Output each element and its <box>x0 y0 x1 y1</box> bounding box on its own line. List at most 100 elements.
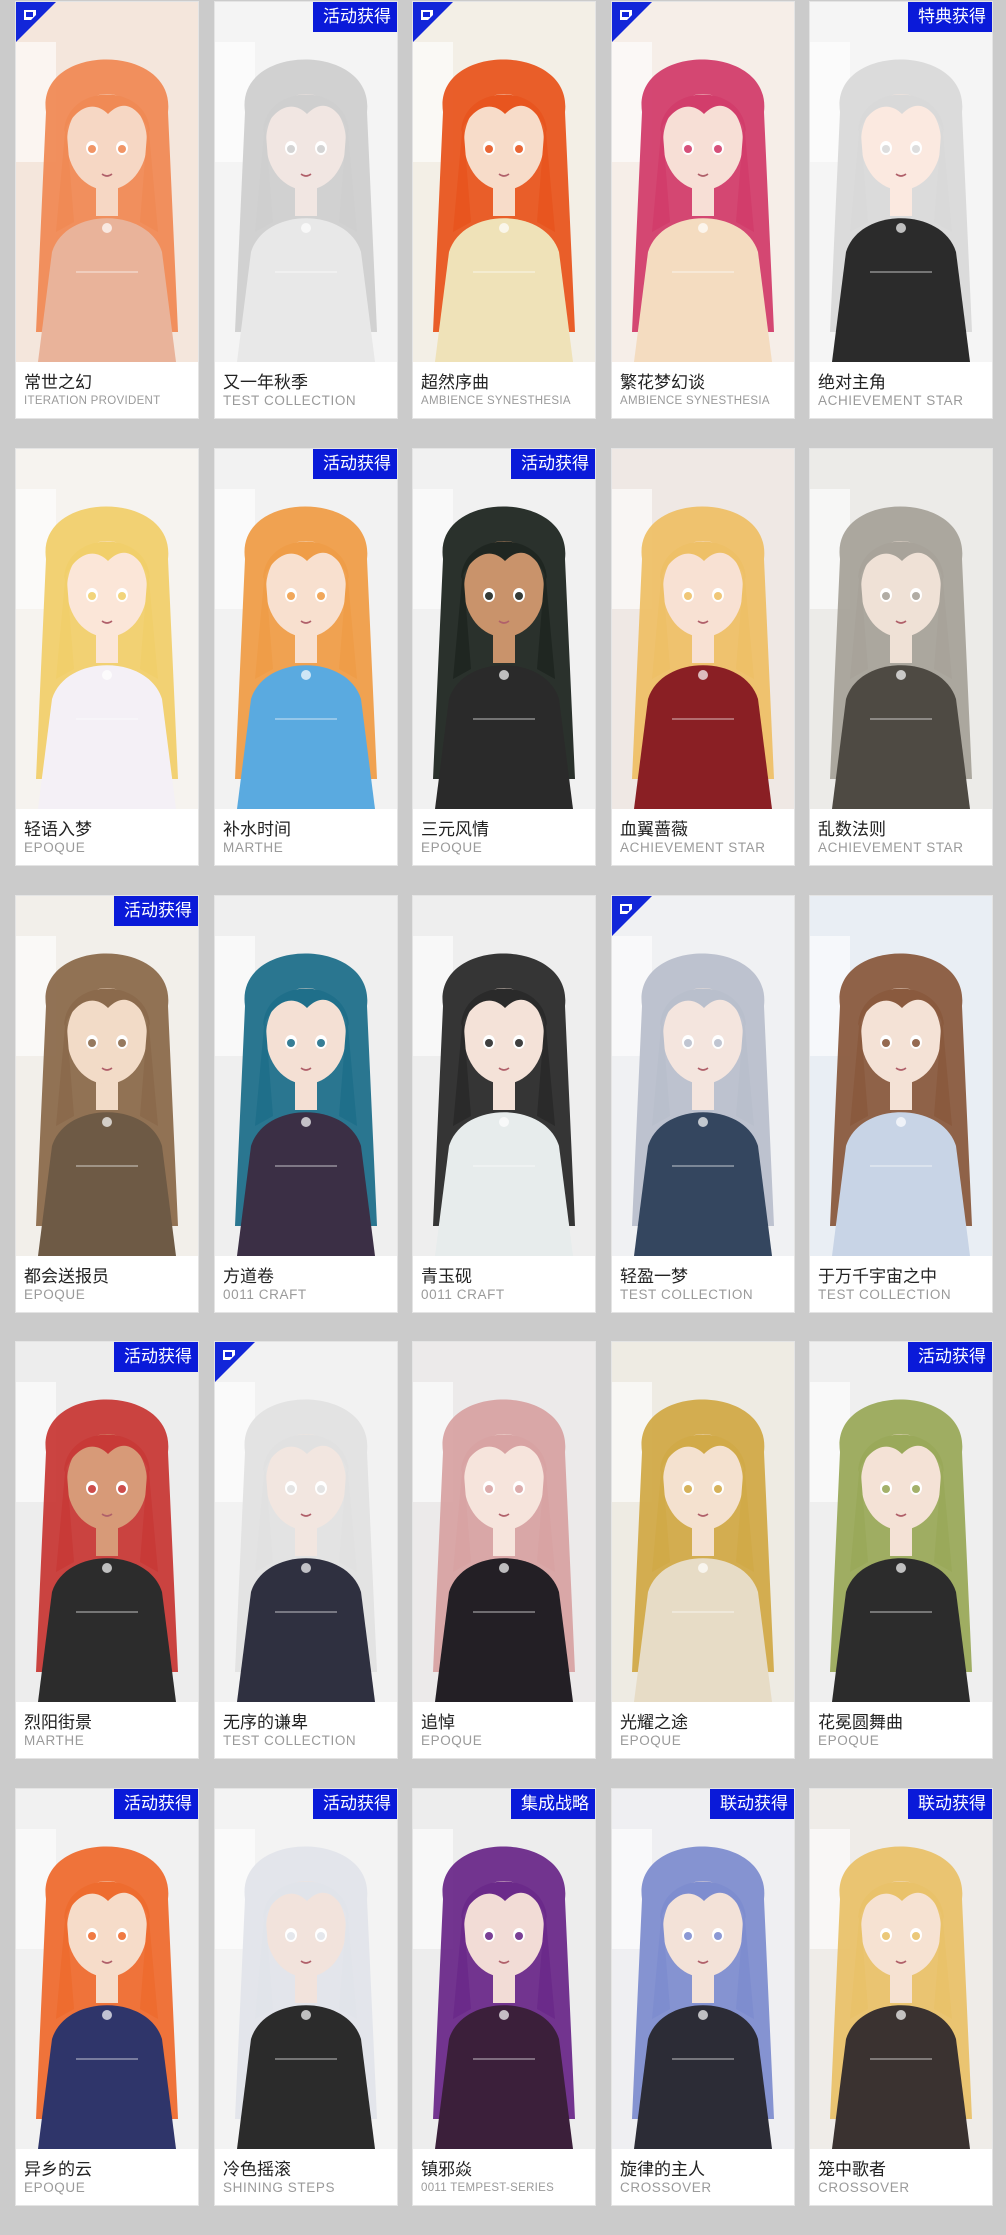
skin-brand: TEST COLLECTION <box>223 393 357 408</box>
skin-art <box>215 1789 397 2149</box>
skin-art <box>215 2 397 362</box>
skin-art <box>413 1789 595 2149</box>
skin-illustration <box>413 1789 595 2149</box>
skin-name: 绝对主角 <box>818 373 886 393</box>
skin-card[interactable]: 特典获得 绝对主角 ACHIEVEMENT STAR <box>810 2 992 418</box>
skin-caption: 冷色摇滚 SHINING STEPS <box>215 2149 397 2205</box>
skin-card[interactable]: 超然序曲 AMBIENCE SYNESTHESIA <box>413 2 595 418</box>
skin-art <box>16 1789 198 2149</box>
skin-gallery-grid: 常世之幻 ITERATION PROVIDENT 活动获得 又一年秋季 TEST COL… <box>0 0 1006 2235</box>
skin-caption: 花冕圆舞曲 EPOQUE <box>810 1702 992 1758</box>
skin-card[interactable]: 轻语入梦 EPOQUE <box>16 449 198 865</box>
acquisition-badge: 活动获得 <box>114 1342 198 1372</box>
skin-illustration <box>612 896 794 1256</box>
skin-caption: 繁花梦幻谈 AMBIENCE SYNESTHESIA <box>612 362 794 418</box>
skin-caption: 超然序曲 AMBIENCE SYNESTHESIA <box>413 362 595 418</box>
skin-name: 方道卷 <box>223 1267 274 1287</box>
acquisition-badge: 特典获得 <box>908 2 992 32</box>
skin-art <box>612 1789 794 2149</box>
skin-card[interactable]: 于万千宇宙之中 TEST COLLECTION <box>810 896 992 1312</box>
skin-illustration <box>215 449 397 809</box>
skin-card[interactable]: 常世之幻 ITERATION PROVIDENT <box>16 2 198 418</box>
skin-brand: TEST COLLECTION <box>620 1287 754 1302</box>
skin-art <box>612 2 794 362</box>
skin-card[interactable]: 活动获得 花冕圆舞曲 EPOQUE <box>810 1342 992 1758</box>
skin-brand: 0011 TEMPEST-SERIES <box>421 2182 555 2194</box>
acquisition-badge: 联动获得 <box>908 1789 992 1819</box>
skin-illustration <box>16 449 198 809</box>
skin-art <box>612 896 794 1256</box>
skin-brand: 0011 CRAFT <box>421 1287 505 1302</box>
skin-caption: 旋律的主人 CROSSOVER <box>612 2149 794 2205</box>
skin-art <box>810 1789 992 2149</box>
skin-art <box>413 1342 595 1702</box>
skin-art <box>413 2 595 362</box>
skin-name: 血翼蔷薇 <box>620 820 688 840</box>
skin-card[interactable]: 集成战略 镇邪焱 0011 TEMPEST-SERIES <box>413 1789 595 2205</box>
skin-illustration <box>215 896 397 1256</box>
skin-card[interactable]: 追悼 EPOQUE <box>413 1342 595 1758</box>
skin-name: 花冕圆舞曲 <box>818 1713 903 1733</box>
skin-name: 补水时间 <box>223 820 291 840</box>
skin-illustration <box>16 1789 198 2149</box>
skin-brand: MARTHE <box>24 1733 85 1748</box>
skin-art <box>810 2 992 362</box>
skin-caption: 方道卷 0011 CRAFT <box>215 1256 397 1312</box>
skin-card[interactable]: 活动获得 补水时间 MARTHE <box>215 449 397 865</box>
acquisition-badge: 活动获得 <box>114 896 198 926</box>
skin-name: 轻盈一梦 <box>620 1267 688 1287</box>
skin-illustration <box>810 2 992 362</box>
skin-card[interactable]: 活动获得冷色摇滚 SHINING STEPS <box>215 1789 397 2205</box>
skin-caption: 轻语入梦 EPOQUE <box>16 809 198 865</box>
skin-caption: 无序的谦卑 TEST COLLECTION <box>215 1702 397 1758</box>
skin-card[interactable]: 方道卷 0011 CRAFT <box>215 896 397 1312</box>
skin-caption: 镇邪焱 0011 TEMPEST-SERIES <box>413 2149 595 2205</box>
skin-name: 无序的谦卑 <box>223 1713 308 1733</box>
skin-card[interactable]: 无序的谦卑 TEST COLLECTION <box>215 1342 397 1758</box>
skin-caption: 烈阳街景 MARTHE <box>16 1702 198 1758</box>
skin-brand: SHINING STEPS <box>223 2180 336 2195</box>
skin-card[interactable]: 联动获得 笼中歌者 CROSSOVER <box>810 1789 992 2205</box>
skin-card[interactable]: 活动获得又一年秋季 TEST COLLECTION <box>215 2 397 418</box>
skin-card[interactable]: 联动获得旋律的主人 CROSSOVER <box>612 1789 794 2205</box>
skin-brand: EPOQUE <box>24 840 86 855</box>
skin-illustration <box>810 896 992 1256</box>
acquisition-badge: 联动获得 <box>710 1789 794 1819</box>
skin-brand: EPOQUE <box>24 1287 86 1302</box>
skin-card[interactable]: 乱数法则 ACHIEVEMENT STAR <box>810 449 992 865</box>
skin-art <box>612 449 794 809</box>
skin-illustration <box>16 896 198 1256</box>
skin-card[interactable]: 光耀之途 EPOQUE <box>612 1342 794 1758</box>
skin-illustration <box>215 2 397 362</box>
skin-illustration <box>16 2 198 362</box>
skin-card[interactable]: 活动获得 异乡的云 EPOQUE <box>16 1789 198 2205</box>
skin-name: 笼中歌者 <box>818 2160 886 2180</box>
skin-illustration <box>810 1342 992 1702</box>
skin-caption: 异乡的云 EPOQUE <box>16 2149 198 2205</box>
skin-illustration <box>612 2 794 362</box>
skin-art <box>16 449 198 809</box>
skin-art <box>612 1342 794 1702</box>
skin-caption: 常世之幻 ITERATION PROVIDENT <box>16 362 198 418</box>
skin-card[interactable]: 活动获得 三元风情 EPOQUE <box>413 449 595 865</box>
skin-illustration <box>810 449 992 809</box>
acquisition-badge: 活动获得 <box>313 1789 397 1819</box>
skin-caption: 轻盈一梦 TEST COLLECTION <box>612 1256 794 1312</box>
skin-caption: 光耀之途 EPOQUE <box>612 1702 794 1758</box>
skin-brand: EPOQUE <box>421 1733 483 1748</box>
skin-card[interactable]: 繁花梦幻谈 AMBIENCE SYNESTHESIA <box>612 2 794 418</box>
skin-card[interactable]: 活动获得烈阳街景 MARTHE <box>16 1342 198 1758</box>
skin-card[interactable]: 轻盈一梦 TEST COLLECTION <box>612 896 794 1312</box>
skin-brand: EPOQUE <box>620 1733 682 1748</box>
acquisition-badge: 活动获得 <box>313 2 397 32</box>
skin-illustration <box>16 1342 198 1702</box>
skin-name: 旋律的主人 <box>620 2160 705 2180</box>
skin-name: 超然序曲 <box>421 373 489 393</box>
skin-caption: 血翼蔷薇 ACHIEVEMENT STAR <box>612 809 794 865</box>
skin-name: 又一年秋季 <box>223 373 308 393</box>
skin-art <box>810 896 992 1256</box>
skin-card[interactable]: 活动获得 都会送报员 EPOQUE <box>16 896 198 1312</box>
skin-card[interactable]: 青玉砚 0011 CRAFT <box>413 896 595 1312</box>
skin-art <box>215 1342 397 1702</box>
skin-card[interactable]: 血翼蔷薇 ACHIEVEMENT STAR <box>612 449 794 865</box>
